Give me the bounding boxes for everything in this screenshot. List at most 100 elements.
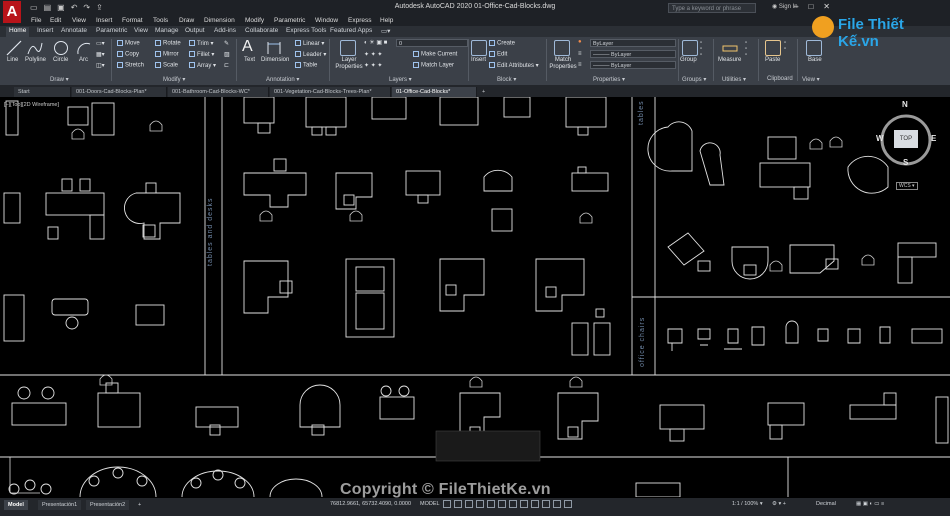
create-block-button[interactable]: Create	[489, 40, 515, 47]
otrack-icon[interactable]	[498, 500, 506, 508]
color-dropdown[interactable]: ByLayer	[590, 39, 676, 47]
text-button[interactable]: Text	[244, 57, 255, 63]
measure-icon[interactable]	[722, 40, 738, 56]
drawing-canvas[interactable]	[0, 97, 950, 497]
offset-icon[interactable]: ⊏	[224, 62, 229, 69]
tab-collaborate[interactable]: Collaborate	[242, 27, 281, 34]
tab-annotate[interactable]: Annotate	[58, 27, 90, 34]
doc-tab-bathroom[interactable]: 001-Bathroom-Cad-Blocks-WC*	[168, 87, 269, 97]
layout-tab-presentacion2[interactable]: Presentación2	[86, 500, 130, 510]
menu-dimension[interactable]: Dimension	[204, 17, 235, 24]
rotate-button[interactable]: Rotate	[155, 40, 181, 47]
edit-block-button[interactable]: Edit	[489, 51, 507, 58]
view-panel-title[interactable]: View ▾	[802, 76, 820, 83]
maximize-icon[interactable]: □	[808, 2, 813, 11]
layout-tab-presentacion1[interactable]: Presentación1	[38, 500, 82, 510]
line-icon[interactable]	[6, 40, 22, 56]
layer-tools-row-2[interactable]: ✦ ✦ ✦	[364, 62, 382, 69]
text-icon[interactable]: A	[242, 38, 253, 56]
hatch-icon[interactable]: ▦▾	[96, 51, 105, 58]
polyline-button[interactable]: Polyline	[25, 57, 46, 63]
layers-panel-title[interactable]: Layers ▾	[389, 76, 412, 83]
tab-output[interactable]: Output	[182, 27, 208, 34]
menu-draw[interactable]: Draw	[179, 17, 194, 24]
menu-modify[interactable]: Modify	[245, 17, 264, 24]
grid-icon[interactable]	[443, 500, 451, 508]
doc-tab-doors[interactable]: 001-Doors-Cad-Blocks-Plan*	[72, 87, 167, 97]
arc-button[interactable]: Arc	[79, 57, 88, 63]
selection-cycle-icon[interactable]	[531, 500, 539, 508]
match-properties-button[interactable]: Match Properties	[549, 57, 577, 71]
layer-state-icons[interactable]: ◐ ☀ ▣ ■	[364, 39, 387, 46]
compass-east[interactable]: E	[931, 134, 936, 143]
polyline-icon[interactable]	[27, 40, 43, 56]
insert-block-button[interactable]: Insert	[471, 57, 486, 63]
move-button[interactable]: Move	[117, 40, 140, 47]
trim-button[interactable]: Trim ▾	[189, 40, 213, 47]
transparency-icon[interactable]	[520, 500, 528, 508]
base-view-icon[interactable]	[806, 40, 822, 56]
draw-panel-title[interactable]: Draw ▾	[50, 76, 69, 83]
region-icon[interactable]: ◫▾	[96, 62, 105, 69]
tab-home[interactable]: Home	[6, 27, 30, 37]
annotation-monitor-icon[interactable]	[542, 500, 550, 508]
stretch-button[interactable]: Stretch	[117, 62, 144, 69]
group-icon[interactable]	[682, 40, 698, 56]
tab-manage[interactable]: Manage	[152, 27, 182, 34]
tab-view[interactable]: View	[131, 27, 151, 34]
base-view-button[interactable]: Base	[808, 57, 822, 63]
doc-tab-start[interactable]: Start	[14, 87, 71, 97]
tab-insert[interactable]: Insert	[34, 27, 56, 34]
menu-view[interactable]: View	[72, 17, 86, 24]
annotation-scale[interactable]: 1:1 / 100% ▾	[732, 501, 763, 507]
model-space-toggle[interactable]: MODEL	[420, 501, 440, 507]
erase-icon[interactable]: ✎	[224, 40, 229, 47]
groups-panel-title[interactable]: Groups ▾	[682, 76, 706, 83]
ortho-icon[interactable]	[465, 500, 473, 508]
viewcube[interactable]: TOP N W E S	[876, 100, 938, 167]
tab-express-tools[interactable]: Express Tools	[283, 27, 329, 34]
utility-tools-icons[interactable]: ▫ ▫ ▫	[745, 40, 747, 58]
doc-tab-office[interactable]: 01-Office-Cad-Blocks*	[392, 87, 477, 97]
close-icon[interactable]: ✕	[823, 2, 830, 11]
polar-icon[interactable]	[476, 500, 484, 508]
group-button[interactable]: Group	[680, 57, 697, 63]
insert-block-icon[interactable]	[471, 40, 487, 56]
draw-extra-icon[interactable]: ▭▾	[96, 40, 105, 47]
match-properties-icon[interactable]	[554, 40, 570, 56]
status-tools-icons[interactable]: ▦ ▣ ◐ ▭ ≡	[856, 501, 884, 507]
compass-north[interactable]: N	[902, 100, 908, 109]
units-readout[interactable]: Decimal	[816, 501, 836, 507]
compass-south[interactable]: S	[903, 158, 908, 167]
compass-west[interactable]: W	[876, 134, 884, 143]
tab-featured-apps[interactable]: Featured Apps	[327, 27, 375, 34]
modify-panel-title[interactable]: Modify ▾	[163, 76, 185, 83]
array-button[interactable]: Array ▾	[189, 62, 216, 69]
menu-help[interactable]: Help	[380, 17, 393, 24]
layer-tools-row-1[interactable]: ✦ ✦ ✦	[364, 51, 382, 58]
lineweight-toggle-icon[interactable]	[509, 500, 517, 508]
paste-button[interactable]: Paste	[765, 57, 780, 63]
leader-button[interactable]: Leader ▾	[295, 51, 326, 58]
circle-button[interactable]: Circle	[53, 57, 68, 63]
tab-parametric[interactable]: Parametric	[93, 27, 130, 34]
dimension-icon[interactable]	[266, 40, 282, 56]
menu-edit[interactable]: Edit	[50, 17, 61, 24]
edit-attributes-button[interactable]: Edit Attributes ▾	[489, 62, 539, 69]
clipboard-tools-icons[interactable]: ▫ ▫	[784, 40, 786, 52]
menu-parametric[interactable]: Parametric	[274, 17, 305, 24]
linear-button[interactable]: Linear ▾	[295, 40, 324, 47]
explode-icon[interactable]: ▨	[224, 51, 230, 58]
menu-insert[interactable]: Insert	[96, 17, 112, 24]
menu-format[interactable]: Format	[122, 17, 143, 24]
dimension-button[interactable]: Dimension	[261, 57, 289, 63]
auto-scale-icon[interactable]	[564, 500, 572, 508]
annotation-visibility-icon[interactable]	[553, 500, 561, 508]
fillet-button[interactable]: Fillet ▾	[189, 51, 214, 58]
make-current-button[interactable]: Make Current	[413, 51, 457, 58]
viewport-controls-label[interactable]: [–][Top][2D Wireframe]	[4, 102, 59, 108]
layer-properties-button[interactable]: Layer Properties	[334, 57, 364, 71]
utilities-panel-title[interactable]: Utilities ▾	[722, 76, 746, 83]
block-panel-title[interactable]: Block ▾	[497, 76, 516, 83]
line-button[interactable]: Line	[7, 57, 18, 63]
